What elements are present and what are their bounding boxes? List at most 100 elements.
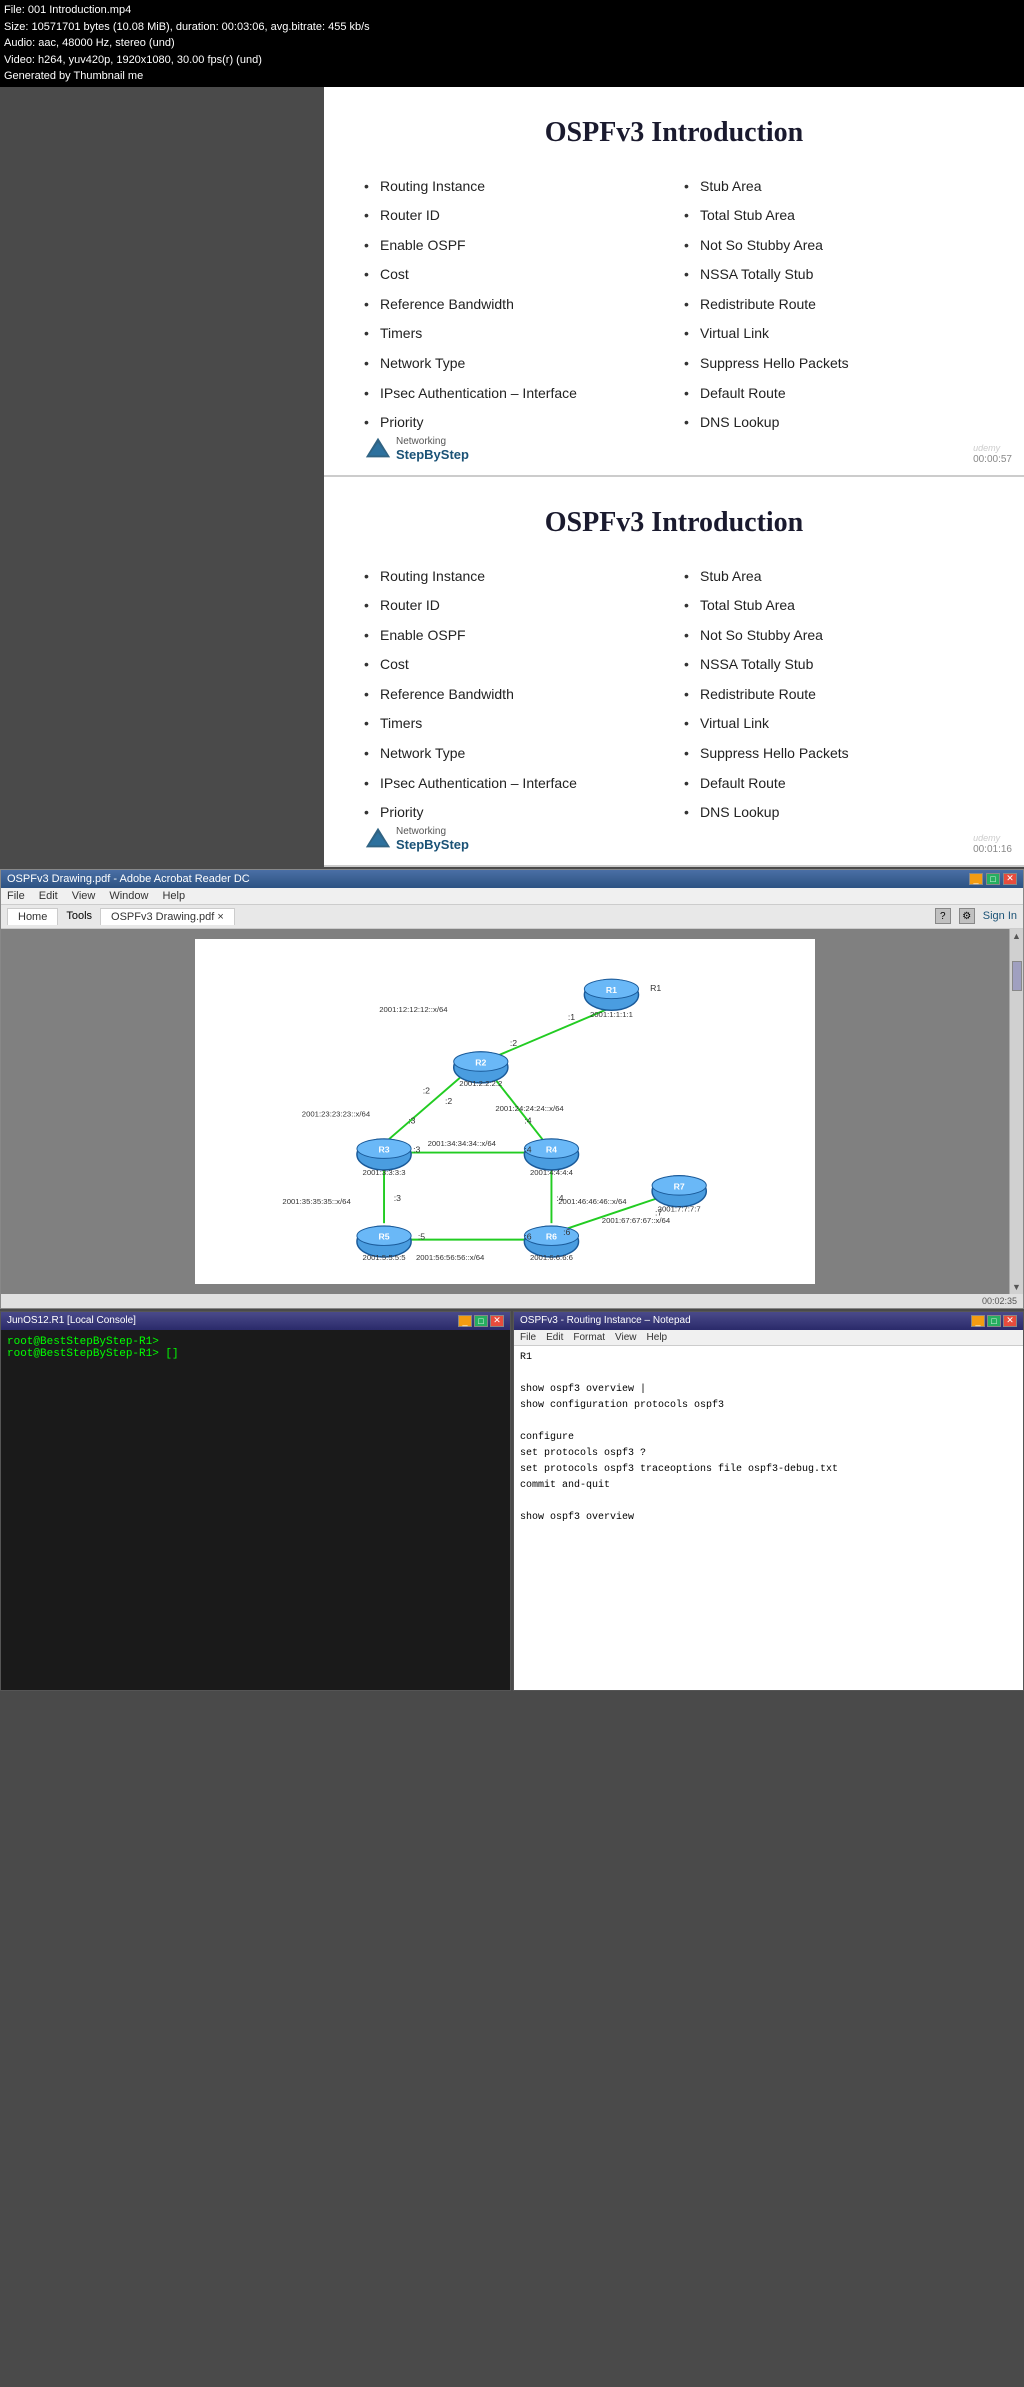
brand-text-2: Networking StepByStep xyxy=(396,826,469,852)
menu-edit[interactable]: Edit xyxy=(39,890,58,902)
terminal-titlebar: JunOS12.R1 [Local Console] _ □ ✕ xyxy=(1,1312,510,1330)
bottom-panels: JunOS12.R1 [Local Console] _ □ ✕ root@Be… xyxy=(0,1311,1024,1691)
list-item: Virtual Link xyxy=(684,324,984,344)
svg-text:2001:12:12:12::x/64: 2001:12:12:12::x/64 xyxy=(379,1005,448,1014)
notepad-line: set protocols ospf3 ? xyxy=(520,1446,1017,1462)
list-item: NSSA Totally Stub xyxy=(684,265,984,285)
slide-1-col2-list: Stub AreaTotal Stub AreaNot So Stubby Ar… xyxy=(684,177,984,433)
slide-2-content: Routing InstanceRouter IDEnable OSPFCost… xyxy=(364,567,984,833)
slide-1-col2: Stub AreaTotal Stub AreaNot So Stubby Ar… xyxy=(684,177,984,443)
notepad-menu-help[interactable]: Help xyxy=(647,1332,668,1343)
slide-1-title: OSPFv3 Introduction xyxy=(364,117,984,149)
terminal-minimize-button[interactable]: _ xyxy=(458,1315,472,1327)
acrobat-close-button[interactable]: ✕ xyxy=(1003,873,1017,885)
notepad-line: show ospf3 overview xyxy=(520,1510,1017,1526)
signin-button[interactable]: Sign In xyxy=(983,910,1017,922)
acrobat-titlebar: OSPFv3 Drawing.pdf - Adobe Acrobat Reade… xyxy=(1,870,1023,888)
svg-text::7: :7 xyxy=(655,1207,662,1217)
svg-text::2: :2 xyxy=(423,1085,430,1095)
notepad-menu-edit[interactable]: Edit xyxy=(546,1332,563,1343)
list-item: Router ID xyxy=(364,596,664,616)
toolbar-home[interactable]: Home xyxy=(7,908,58,925)
menu-file[interactable]: File xyxy=(7,890,25,902)
terminal-maximize-button[interactable]: □ xyxy=(474,1315,488,1327)
svg-text::6: :6 xyxy=(524,1231,531,1241)
notepad-line xyxy=(520,1366,1017,1382)
list-item: Stub Area xyxy=(684,567,984,587)
list-item: Router ID xyxy=(364,206,664,226)
list-item: Cost xyxy=(364,655,664,675)
svg-text::4: :4 xyxy=(524,1144,531,1154)
svg-text:2001:6:6:6:6: 2001:6:6:6:6 xyxy=(530,1252,573,1261)
svg-text::4: :4 xyxy=(524,1115,531,1125)
svg-text:2001:3:3:3:3: 2001:3:3:3:3 xyxy=(363,1167,406,1176)
list-item: IPsec Authentication – Interface xyxy=(364,774,664,794)
notepad-menu-format[interactable]: Format xyxy=(573,1332,605,1343)
svg-text:R6: R6 xyxy=(546,1231,557,1241)
notepad-content[interactable]: R1 show ospf3 overview |show configurati… xyxy=(514,1346,1023,1686)
menu-window[interactable]: Window xyxy=(109,890,148,902)
notepad-line: show ospf3 overview | xyxy=(520,1382,1017,1398)
list-item: Redistribute Route xyxy=(684,295,984,315)
svg-text::5: :5 xyxy=(418,1231,425,1241)
list-item: Cost xyxy=(364,265,664,285)
menu-help[interactable]: Help xyxy=(162,890,185,902)
notepad-maximize-button[interactable]: □ xyxy=(987,1315,1001,1327)
acrobat-content: R1 R1 2001:1:1:1:1 R2 2001:2:2:2:2 :1 :2… xyxy=(1,929,1023,1294)
acrobat-scrollbar[interactable]: ▲ ▼ xyxy=(1009,929,1023,1294)
help-icon[interactable]: ? xyxy=(935,908,951,924)
notepad-minimize-button[interactable]: _ xyxy=(971,1315,985,1327)
slide-1: OSPFv3 Introduction Routing InstanceRout… xyxy=(324,87,1024,477)
list-item: Redistribute Route xyxy=(684,685,984,705)
terminal-panel: JunOS12.R1 [Local Console] _ □ ✕ root@Be… xyxy=(0,1311,511,1691)
brand-text: Networking StepByStep xyxy=(396,436,469,462)
notepad-titlebar: OSPFv3 - Routing Instance – Notepad _ □ … xyxy=(514,1312,1023,1330)
terminal-close-button[interactable]: ✕ xyxy=(490,1315,504,1327)
notepad-line: set protocols ospf3 traceoptions file os… xyxy=(520,1462,1017,1478)
slide-2-title: OSPFv3 Introduction xyxy=(364,507,984,539)
notepad-menubar: File Edit Format View Help xyxy=(514,1330,1023,1346)
list-item: Priority xyxy=(364,803,664,823)
notepad-line: R1 xyxy=(520,1350,1017,1366)
file-info-line5: Generated by Thumbnail me xyxy=(4,68,1020,85)
svg-text:2001:7:7:7:7: 2001:7:7:7:7 xyxy=(658,1204,701,1213)
toolbar-tools[interactable]: Tools xyxy=(66,910,92,922)
list-item: DNS Lookup xyxy=(684,803,984,823)
notepad-menu-view[interactable]: View xyxy=(615,1332,637,1343)
list-item: Priority xyxy=(364,413,664,433)
svg-text:2001:46:46:46::x/64: 2001:46:46:46::x/64 xyxy=(558,1196,627,1205)
list-item: Not So Stubby Area xyxy=(684,626,984,646)
menu-view[interactable]: View xyxy=(72,890,96,902)
slide-1-timestamp: udemy 00:00:57 xyxy=(973,443,1012,465)
acrobat-menubar: File Edit View Window Help xyxy=(1,888,1023,905)
acrobat-minimize-button[interactable]: _ xyxy=(969,873,983,885)
notepad-line: commit and-quit xyxy=(520,1478,1017,1494)
notepad-line xyxy=(520,1414,1017,1430)
list-item: Total Stub Area xyxy=(684,596,984,616)
scrollbar-thumb[interactable] xyxy=(1012,961,1022,991)
slide-1-col1: Routing InstanceRouter IDEnable OSPFCost… xyxy=(364,177,664,443)
notepad-close-button[interactable]: ✕ xyxy=(1003,1315,1017,1327)
slide-2-col1-list: Routing InstanceRouter IDEnable OSPFCost… xyxy=(364,567,664,823)
settings-icon[interactable]: ⚙ xyxy=(959,908,975,924)
notepad-line xyxy=(520,1494,1017,1510)
notepad-line: show configuration protocols ospf3 xyxy=(520,1398,1017,1414)
svg-text::3: :3 xyxy=(394,1192,401,1202)
list-item: NSSA Totally Stub xyxy=(684,655,984,675)
notepad-menu-file[interactable]: File xyxy=(520,1332,536,1343)
brand-stepbystep: StepByStep xyxy=(396,447,469,462)
notepad-title: OSPFv3 - Routing Instance – Notepad xyxy=(520,1315,691,1326)
svg-text:R1: R1 xyxy=(606,984,617,994)
slide-1-container: OSPFv3 Introduction Routing InstanceRout… xyxy=(324,87,1024,477)
svg-text:2001:34:34:34::x/64: 2001:34:34:34::x/64 xyxy=(428,1138,497,1147)
acrobat-maximize-button[interactable]: □ xyxy=(986,873,1000,885)
slide-1-content: Routing InstanceRouter IDEnable OSPFCost… xyxy=(364,177,984,443)
terminal-prompt2: root@BestStepByStep-R1> [] xyxy=(7,1348,504,1360)
file-info-bar: File: 001 Introduction.mp4 Size: 1057170… xyxy=(0,0,1024,87)
svg-text::6: :6 xyxy=(563,1226,570,1236)
slide-2-col2: Stub Area Total Stub Area Not So Stubby Ar… xyxy=(684,567,984,833)
list-item: Reference Bandwidth xyxy=(364,295,664,315)
brand-logo-2-icon xyxy=(364,825,392,853)
pdf-tab[interactable]: OSPFv3 Drawing.pdf × xyxy=(100,908,235,925)
file-info-line1: File: 001 Introduction.mp4 xyxy=(4,2,1020,19)
